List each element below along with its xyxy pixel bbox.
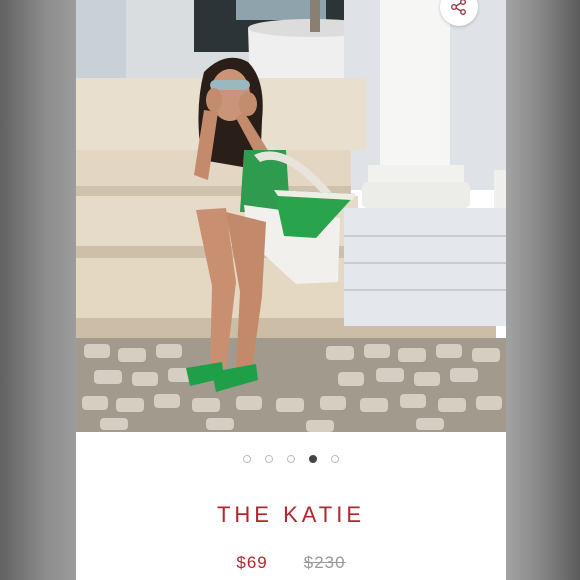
listing-price: $69	[236, 553, 268, 572]
carousel-dot-2[interactable]	[265, 455, 273, 463]
listing-card: THE KATIE $69 $230	[76, 0, 506, 580]
right-backdrop	[506, 0, 580, 580]
price-row: $69 $230	[76, 553, 506, 573]
carousel-indicators	[76, 455, 506, 463]
carousel-dot-1[interactable]	[243, 455, 251, 463]
carousel-dot-3[interactable]	[287, 455, 295, 463]
original-price: $230	[303, 553, 346, 572]
share-icon	[451, 0, 466, 15]
left-backdrop	[0, 0, 76, 580]
carousel-dot-5[interactable]	[331, 455, 339, 463]
carousel-dot-4-active[interactable]	[309, 455, 317, 463]
listing-title: THE KATIE	[216, 502, 366, 527]
listing-photo[interactable]	[76, 0, 506, 432]
